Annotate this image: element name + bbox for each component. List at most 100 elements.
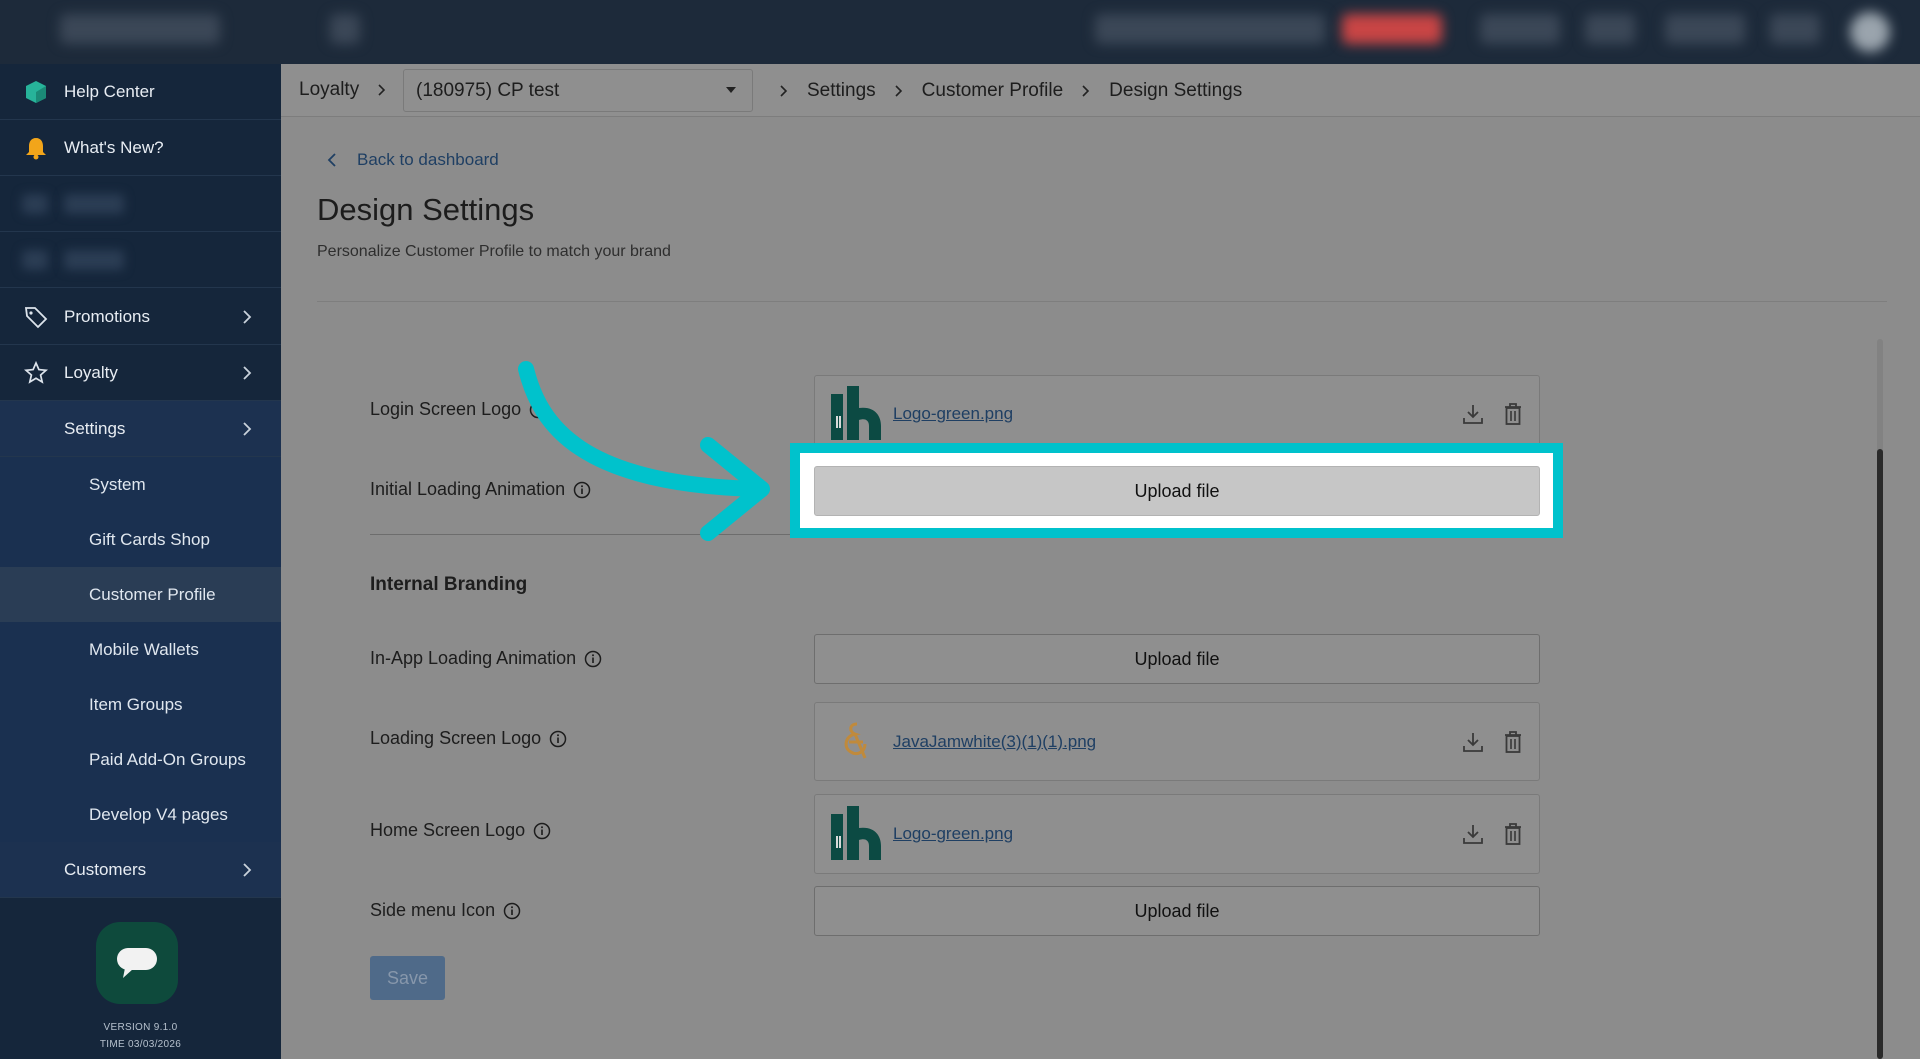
sidebar-item-loyalty[interactable]: Loyalty: [0, 345, 281, 401]
chevron-right-icon: [378, 84, 386, 96]
field-label: In-App Loading Animation: [370, 648, 577, 668]
back-to-dashboard-link[interactable]: Back to dashboard: [325, 150, 499, 170]
sidebar-label: System: [89, 474, 146, 494]
divider: [317, 301, 1887, 302]
side-menu-upload-button[interactable]: Upload file: [814, 886, 1540, 936]
star-icon: [22, 359, 50, 387]
sidebar-item-whats-new[interactable]: What's New?: [0, 120, 281, 176]
download-icon[interactable]: [1461, 730, 1485, 754]
back-label: Back to dashboard: [357, 150, 499, 169]
sidebar-item-customers[interactable]: Customers: [0, 842, 281, 898]
file-name-link[interactable]: Logo-green.png: [893, 824, 1013, 844]
section-title-internal-branding: Internal Branding: [370, 574, 528, 595]
logo-thumbnail: [825, 804, 885, 864]
save-button[interactable]: Save: [370, 956, 445, 1000]
logo-thumbnail: [825, 712, 885, 772]
sidebar-label: Promotions: [64, 306, 150, 326]
topbar-item-blurred[interactable]: [1770, 14, 1820, 44]
sidebar-sub-mobile-wallets[interactable]: Mobile Wallets: [0, 622, 281, 677]
chevron-right-icon: [1082, 84, 1090, 97]
download-icon[interactable]: [1461, 402, 1485, 426]
info-icon[interactable]: [549, 730, 567, 748]
chevron-right-icon: [780, 84, 788, 97]
caret-down-icon: [726, 87, 736, 93]
sidebar-label: Customers: [64, 859, 147, 879]
sidebar-item-settings[interactable]: Settings: [0, 401, 281, 457]
sidebar-sub-customer-profile[interactable]: Customer Profile: [0, 567, 281, 622]
info-icon[interactable]: [503, 902, 521, 920]
side-menu-icon-label: Side menu Icon: [370, 900, 521, 921]
chevron-right-icon: [243, 863, 252, 877]
sidebar-sub-system[interactable]: System: [0, 457, 281, 512]
chat-icon: [117, 948, 157, 978]
pointer-arrow-icon: [518, 361, 770, 541]
sidebar-item-help-center[interactable]: Help Center: [0, 64, 281, 120]
breadcrumb-settings[interactable]: Settings: [807, 80, 876, 102]
sidebar-label: Paid Add-On Groups: [89, 749, 246, 769]
trash-icon[interactable]: [1501, 402, 1525, 426]
main-content: Loyalty (180975) CP test Settings Custom…: [281, 64, 1920, 1059]
logo-thumbnail: [825, 384, 885, 444]
initial-animation-upload-button[interactable]: Upload file: [814, 466, 1540, 516]
sidebar-item-blurred[interactable]: [0, 232, 281, 288]
menu-icon-blurred[interactable]: [330, 14, 360, 44]
download-icon[interactable]: [1461, 822, 1485, 846]
inapp-animation-label: In-App Loading Animation: [370, 648, 602, 669]
sidebar-label: Gift Cards Shop: [89, 529, 210, 549]
home-logo-label: Home Screen Logo: [370, 820, 551, 841]
file-name-link[interactable]: Logo-green.png: [893, 404, 1013, 424]
page-title: Design Settings: [317, 192, 535, 227]
help-center-icon: [22, 78, 50, 106]
topbar-item-blurred[interactable]: [1665, 14, 1745, 44]
field-label: Side menu Icon: [370, 900, 496, 920]
chevron-left-icon: [327, 153, 336, 167]
breadcrumb-loyalty[interactable]: Loyalty: [299, 79, 359, 101]
sidebar-label: Help Center: [64, 81, 155, 101]
tag-icon: [22, 303, 50, 331]
store-select[interactable]: (180975) CP test: [403, 69, 753, 112]
sidebar-sub-item-groups[interactable]: Item Groups: [0, 677, 281, 732]
sidebar-sub-gift-cards-shop[interactable]: Gift Cards Shop: [0, 512, 281, 567]
chevron-right-icon: [243, 310, 252, 324]
time-label: TIME 03/03/2026: [99, 1039, 182, 1050]
sidebar-item-promotions[interactable]: Promotions: [0, 289, 281, 345]
sidebar-sub-develop-v4-pages[interactable]: Develop V4 pages: [0, 787, 281, 842]
inapp-animation-upload-button[interactable]: Upload file: [814, 634, 1540, 684]
bell-icon: [22, 134, 50, 162]
search-blurred[interactable]: [1095, 14, 1325, 44]
alert-button-blurred[interactable]: [1342, 14, 1442, 44]
app-logo-blurred: [60, 14, 220, 44]
chevron-right-icon: [895, 84, 902, 97]
sidebar-label: Mobile Wallets: [89, 639, 199, 659]
field-label: Home Screen Logo: [370, 820, 526, 840]
version-label: VERSION 9.1.0: [103, 1022, 178, 1033]
loading-logo-label: Loading Screen Logo: [370, 728, 567, 749]
trash-icon[interactable]: [1501, 730, 1525, 754]
loading-logo-file-row: JavaJamwhite(3)(1)(1).png: [814, 702, 1540, 781]
store-select-value: (180975) CP test: [416, 79, 560, 101]
topbar-item-blurred[interactable]: [1585, 14, 1635, 44]
breadcrumb-customer-profile[interactable]: Customer Profile: [922, 80, 1064, 102]
chevron-right-icon: [243, 366, 252, 380]
sidebar-label: Loyalty: [64, 362, 118, 382]
field-label: Loading Screen Logo: [370, 728, 542, 748]
sidebar-label: Develop V4 pages: [89, 804, 228, 824]
topbar-item-blurred[interactable]: [1480, 14, 1560, 44]
sidebar-label: Item Groups: [89, 694, 183, 714]
trash-icon[interactable]: [1501, 822, 1525, 846]
sidebar-label: What's New?: [64, 137, 164, 157]
info-icon[interactable]: [584, 650, 602, 668]
sidebar-sub-paid-add-on-groups[interactable]: Paid Add-On Groups: [0, 732, 281, 787]
chat-button[interactable]: [96, 922, 178, 1004]
sidebar-label: Settings: [64, 418, 126, 438]
chevron-right-icon: [243, 422, 252, 436]
page-subtitle: Personalize Customer Profile to match yo…: [317, 243, 671, 260]
sidebar-item-blurred[interactable]: [0, 176, 281, 232]
breadcrumb-tail: Settings Customer Profile Design Setting…: [761, 64, 1242, 117]
login-logo-file-row: Logo-green.png: [814, 375, 1540, 453]
top-bar: [0, 0, 1920, 64]
info-icon[interactable]: [533, 822, 551, 840]
scrollbar-thumb[interactable]: [1877, 449, 1883, 1059]
avatar[interactable]: [1850, 12, 1890, 52]
file-name-link[interactable]: JavaJamwhite(3)(1)(1).png: [893, 732, 1096, 752]
